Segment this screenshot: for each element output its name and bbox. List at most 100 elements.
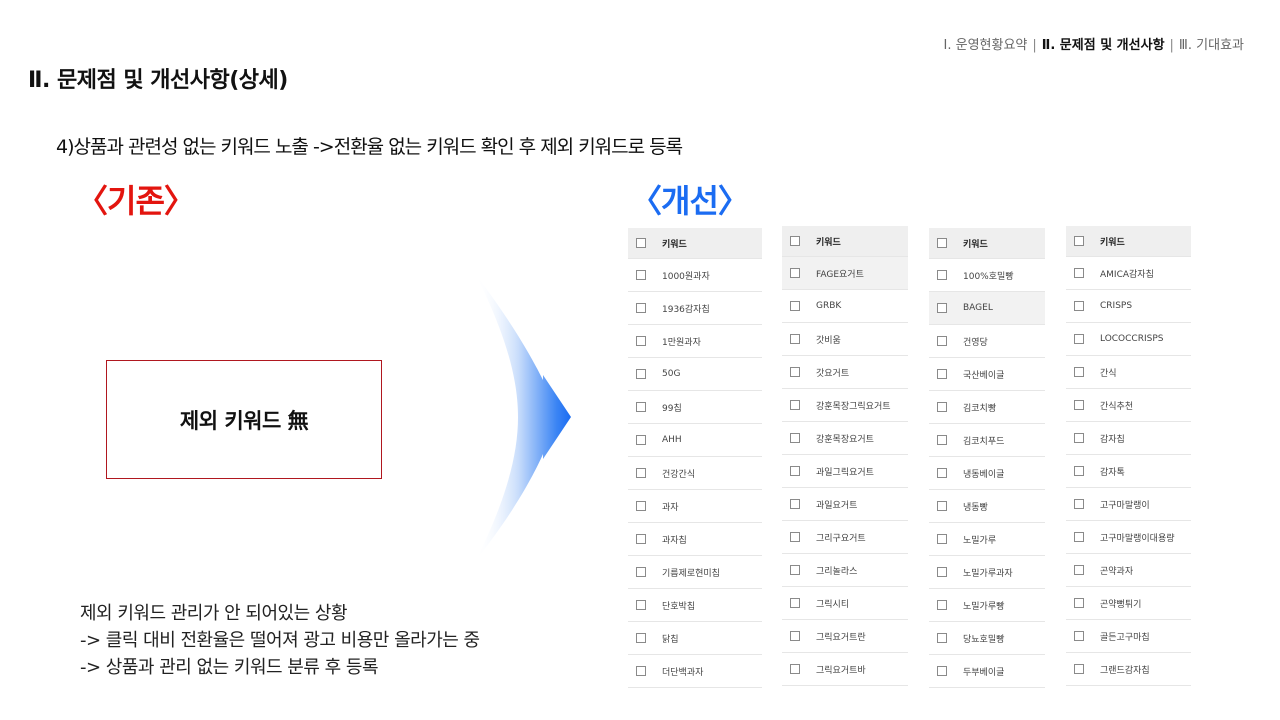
checkbox[interactable] bbox=[1074, 236, 1084, 246]
table-row[interactable]: 단호박칩 bbox=[628, 589, 762, 622]
checkbox[interactable] bbox=[1074, 301, 1084, 311]
checkbox[interactable] bbox=[937, 238, 947, 248]
checkbox[interactable] bbox=[636, 468, 646, 478]
table-row[interactable]: 강훈목장그릭요거트 bbox=[782, 389, 908, 422]
table-row[interactable]: 김코치빵 bbox=[929, 391, 1045, 424]
checkbox[interactable] bbox=[790, 532, 800, 542]
table-row[interactable]: 고구마말랭이대용량 bbox=[1066, 521, 1191, 554]
checkbox[interactable] bbox=[1074, 400, 1084, 410]
checkbox[interactable] bbox=[937, 402, 947, 412]
breadcrumb-item-current[interactable]: Ⅱ. 문제점 및 개선사항 bbox=[1042, 38, 1165, 53]
checkbox[interactable] bbox=[790, 236, 800, 246]
table-header[interactable]: 키워드 bbox=[628, 228, 762, 259]
table-row[interactable]: 곤약뻥튀기 bbox=[1066, 587, 1191, 620]
checkbox[interactable] bbox=[1074, 334, 1084, 344]
table-row[interactable]: 간식 bbox=[1066, 356, 1191, 389]
checkbox[interactable] bbox=[790, 268, 800, 278]
checkbox[interactable] bbox=[636, 501, 646, 511]
checkbox[interactable] bbox=[937, 534, 947, 544]
table-row[interactable]: BAGEL bbox=[929, 292, 1045, 325]
checkbox[interactable] bbox=[790, 334, 800, 344]
table-row[interactable]: AHH bbox=[628, 424, 762, 457]
table-row[interactable]: 노밀가루과자 bbox=[929, 556, 1045, 589]
checkbox[interactable] bbox=[937, 369, 947, 379]
table-row[interactable]: 1만원과자 bbox=[628, 325, 762, 358]
table-header[interactable]: 키워드 bbox=[1066, 226, 1191, 257]
checkbox[interactable] bbox=[636, 336, 646, 346]
table-row[interactable]: 그리놀라스 bbox=[782, 554, 908, 587]
table-row[interactable]: 더단백과자 bbox=[628, 655, 762, 688]
checkbox[interactable] bbox=[636, 534, 646, 544]
table-row[interactable]: LOCOCCRISPS bbox=[1066, 323, 1191, 356]
checkbox[interactable] bbox=[1074, 631, 1084, 641]
table-row[interactable]: 과일요거트 bbox=[782, 488, 908, 521]
checkbox[interactable] bbox=[937, 435, 947, 445]
table-row[interactable]: 당뇨호밀빵 bbox=[929, 622, 1045, 655]
checkbox[interactable] bbox=[790, 598, 800, 608]
table-row[interactable]: 갓요거트 bbox=[782, 356, 908, 389]
table-row[interactable]: 건강간식 bbox=[628, 457, 762, 490]
table-row[interactable]: 강훈목장요거트 bbox=[782, 422, 908, 455]
table-row[interactable]: CRISPS bbox=[1066, 290, 1191, 323]
table-row[interactable]: 김코치푸드 bbox=[929, 424, 1045, 457]
checkbox[interactable] bbox=[636, 600, 646, 610]
table-row[interactable]: 그릭요거트바 bbox=[782, 653, 908, 686]
table-row[interactable]: 그릭시티 bbox=[782, 587, 908, 620]
table-row[interactable]: 간식추천 bbox=[1066, 389, 1191, 422]
checkbox[interactable] bbox=[790, 433, 800, 443]
table-row[interactable]: 감자칩 bbox=[1066, 422, 1191, 455]
table-row[interactable]: 건영당 bbox=[929, 325, 1045, 358]
table-row[interactable]: GRBK bbox=[782, 290, 908, 323]
table-row[interactable]: 노밀가루빵 bbox=[929, 589, 1045, 622]
checkbox[interactable] bbox=[937, 501, 947, 511]
checkbox[interactable] bbox=[937, 666, 947, 676]
table-row[interactable]: 100%호밀빵 bbox=[929, 259, 1045, 292]
table-row[interactable]: 그리구요거트 bbox=[782, 521, 908, 554]
table-row[interactable]: 50G bbox=[628, 358, 762, 391]
checkbox[interactable] bbox=[790, 631, 800, 641]
checkbox[interactable] bbox=[937, 567, 947, 577]
checkbox[interactable] bbox=[636, 369, 646, 379]
checkbox[interactable] bbox=[937, 600, 947, 610]
checkbox[interactable] bbox=[1074, 598, 1084, 608]
checkbox[interactable] bbox=[636, 435, 646, 445]
checkbox[interactable] bbox=[636, 567, 646, 577]
checkbox[interactable] bbox=[636, 666, 646, 676]
table-row[interactable]: 그랜드감자칩 bbox=[1066, 653, 1191, 686]
checkbox[interactable] bbox=[790, 367, 800, 377]
table-row[interactable]: 기름제로현미칩 bbox=[628, 556, 762, 589]
checkbox[interactable] bbox=[636, 402, 646, 412]
table-row[interactable]: FAGE요거트 bbox=[782, 257, 908, 290]
table-header[interactable]: 키워드 bbox=[929, 228, 1045, 259]
table-row[interactable]: 닭칩 bbox=[628, 622, 762, 655]
checkbox[interactable] bbox=[1074, 268, 1084, 278]
checkbox[interactable] bbox=[1074, 499, 1084, 509]
table-row[interactable]: 과자칩 bbox=[628, 523, 762, 556]
checkbox[interactable] bbox=[790, 466, 800, 476]
table-row[interactable]: 고구마말랭이 bbox=[1066, 488, 1191, 521]
checkbox[interactable] bbox=[937, 468, 947, 478]
checkbox[interactable] bbox=[937, 303, 947, 313]
checkbox[interactable] bbox=[1074, 466, 1084, 476]
checkbox[interactable] bbox=[636, 238, 646, 248]
table-row[interactable]: 노밀가루 bbox=[929, 523, 1045, 556]
checkbox[interactable] bbox=[1074, 664, 1084, 674]
table-row[interactable]: 과자 bbox=[628, 490, 762, 523]
table-row[interactable]: 곤약과자 bbox=[1066, 554, 1191, 587]
checkbox[interactable] bbox=[937, 270, 947, 280]
breadcrumb-item-effect[interactable]: Ⅲ. 기대효과 bbox=[1179, 38, 1244, 53]
table-row[interactable]: 냉동베이글 bbox=[929, 457, 1045, 490]
breadcrumb-item-summary[interactable]: Ⅰ. 운영현황요약 bbox=[944, 38, 1028, 53]
table-row[interactable]: 과일그릭요거트 bbox=[782, 455, 908, 488]
checkbox[interactable] bbox=[1074, 367, 1084, 377]
checkbox[interactable] bbox=[1074, 532, 1084, 542]
checkbox[interactable] bbox=[790, 565, 800, 575]
checkbox[interactable] bbox=[790, 301, 800, 311]
table-row[interactable]: 1000원과자 bbox=[628, 259, 762, 292]
checkbox[interactable] bbox=[937, 633, 947, 643]
table-row[interactable]: 냉동빵 bbox=[929, 490, 1045, 523]
checkbox[interactable] bbox=[790, 499, 800, 509]
checkbox[interactable] bbox=[636, 633, 646, 643]
table-row[interactable]: 감자톡 bbox=[1066, 455, 1191, 488]
checkbox[interactable] bbox=[1074, 565, 1084, 575]
